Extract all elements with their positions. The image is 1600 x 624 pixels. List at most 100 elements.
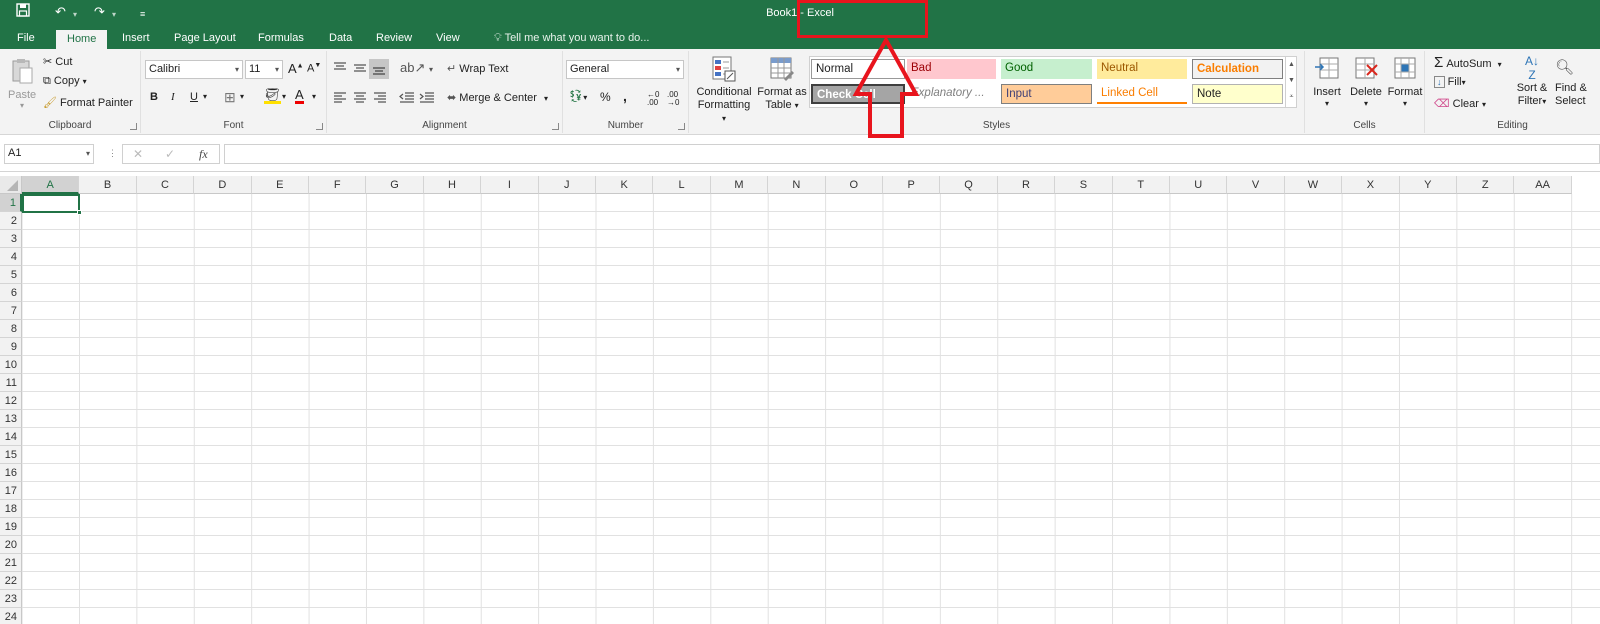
row-header-16[interactable]: 16 <box>0 464 22 482</box>
column-header-r[interactable]: R <box>997 176 1056 194</box>
percent-button[interactable]: % <box>600 90 611 104</box>
select-all-button[interactable] <box>0 176 22 194</box>
tab-home[interactable]: Home <box>56 30 108 49</box>
row-header-10[interactable]: 10 <box>0 356 22 374</box>
decrease-indent-icon[interactable] <box>399 91 415 106</box>
fill-color-icon[interactable]: 🪣︎ <box>264 88 281 104</box>
enter-check-icon[interactable]: ✓ <box>165 147 175 161</box>
insert-cells-button[interactable]: Insert ▾ <box>1311 55 1343 108</box>
column-header-k[interactable]: K <box>596 176 654 194</box>
tab-insert[interactable]: Insert <box>111 27 161 49</box>
column-header-u[interactable]: U <box>1170 176 1228 194</box>
cells-area[interactable] <box>22 194 1600 624</box>
column-header-e[interactable]: E <box>251 176 309 194</box>
row-header-13[interactable]: 13 <box>0 410 22 428</box>
column-header-l[interactable]: L <box>653 176 711 194</box>
align-center-icon[interactable] <box>353 91 367 106</box>
row-header-22[interactable]: 22 <box>0 572 22 590</box>
row-header-1[interactable]: 1 <box>0 194 22 212</box>
tell-me-search[interactable]: 💡︎ Tell me what you want to do... <box>494 27 649 49</box>
column-header-y[interactable]: Y <box>1399 176 1457 194</box>
font-color-button[interactable]: A <box>295 88 304 104</box>
style-note[interactable]: Note <box>1192 84 1283 104</box>
column-header-c[interactable]: C <box>136 176 195 194</box>
row-header-2[interactable]: 2 <box>0 212 22 230</box>
formula-input[interactable] <box>224 144 1600 164</box>
autosum-button[interactable]: Σ AutoSum ▾ <box>1434 54 1502 71</box>
clipboard-launcher-icon[interactable] <box>130 123 137 130</box>
format-as-table-button[interactable]: Format as Table ▾ <box>756 55 808 112</box>
tab-review[interactable]: Review <box>365 27 423 49</box>
formula-bar-splitter[interactable]: ⋮ <box>108 148 117 158</box>
column-header-h[interactable]: H <box>423 176 482 194</box>
bold-button[interactable]: B <box>150 91 158 103</box>
column-header-g[interactable]: G <box>366 176 424 194</box>
row-header-18[interactable]: 18 <box>0 500 22 518</box>
comma-button[interactable]: , <box>623 88 627 104</box>
insert-function-button[interactable]: fx <box>199 147 208 162</box>
row-header-14[interactable]: 14 <box>0 428 22 446</box>
top-align-icon[interactable] <box>333 61 347 76</box>
row-header-4[interactable]: 4 <box>0 248 22 266</box>
shrink-font-button[interactable]: A▼ <box>307 62 321 75</box>
column-header-v[interactable]: V <box>1227 176 1285 194</box>
row-header-17[interactable]: 17 <box>0 482 22 500</box>
font-launcher-icon[interactable] <box>316 123 323 130</box>
row-header-20[interactable]: 20 <box>0 536 22 554</box>
number-format-select[interactable]: General ▾ <box>566 60 684 79</box>
conditional-formatting-button[interactable]: Conditional Formatting ▾ <box>695 55 753 125</box>
format-painter-button[interactable]: 🖌︎ Format Painter <box>43 96 133 109</box>
column-header-q[interactable]: Q <box>940 176 998 194</box>
column-header-m[interactable]: M <box>710 176 769 194</box>
merge-center-button[interactable]: ⬌ Merge & Center ▾ <box>447 91 548 104</box>
row-header-24[interactable]: 24 <box>0 608 22 624</box>
paste-button[interactable]: Paste ▾ <box>8 57 36 110</box>
row-header-19[interactable]: 19 <box>0 518 22 536</box>
fill-color-dropdown-icon[interactable]: ▾ <box>282 92 286 101</box>
wrap-text-button[interactable]: ↵ Wrap Text <box>447 62 508 75</box>
style-input[interactable]: Input <box>1001 84 1092 104</box>
style-calculation[interactable]: Calculation <box>1192 59 1283 79</box>
alignment-launcher-icon[interactable] <box>552 123 559 130</box>
cancel-icon[interactable]: ✕ <box>133 147 143 161</box>
increase-decimal-icon[interactable]: ←0.00 <box>647 91 659 107</box>
cut-button[interactable]: ✂ Cut <box>43 55 72 68</box>
column-header-o[interactable]: O <box>825 176 883 194</box>
column-header-i[interactable]: I <box>481 176 539 194</box>
column-header-z[interactable]: Z <box>1457 176 1515 194</box>
row-header-21[interactable]: 21 <box>0 554 22 572</box>
align-right-icon[interactable] <box>373 91 387 106</box>
increase-indent-icon[interactable] <box>419 91 435 106</box>
row-header-7[interactable]: 7 <box>0 302 22 320</box>
row-header-3[interactable]: 3 <box>0 230 22 248</box>
fill-button[interactable]: ↓ Fill▾ <box>1434 76 1466 88</box>
find-select-button[interactable]: 🔍︎ Find & Select <box>1555 54 1599 108</box>
column-header-p[interactable]: P <box>883 176 941 194</box>
column-header-a[interactable]: A <box>22 176 80 194</box>
column-header-d[interactable]: D <box>194 176 252 194</box>
borders-icon[interactable]: ⊞ <box>224 89 236 106</box>
tab-page-layout[interactable]: Page Layout <box>163 27 247 49</box>
column-header-aa[interactable]: AA <box>1514 176 1572 194</box>
column-header-n[interactable]: N <box>768 176 826 194</box>
tab-data[interactable]: Data <box>318 27 363 49</box>
accounting-format-icon[interactable]: 💱︎▾ <box>568 89 587 103</box>
align-left-icon[interactable] <box>333 91 347 106</box>
orientation-icon[interactable]: ab↗ ▾ <box>400 60 433 76</box>
gallery-scroll[interactable]: ▲ ▼ ⩡ <box>1285 57 1297 107</box>
active-cell-a1[interactable] <box>22 194 82 215</box>
format-cells-button[interactable]: Format ▾ <box>1387 55 1423 108</box>
column-header-x[interactable]: X <box>1342 176 1400 194</box>
style-good[interactable]: Good <box>1001 59 1092 79</box>
row-header-5[interactable]: 5 <box>0 266 22 284</box>
row-header-15[interactable]: 15 <box>0 446 22 464</box>
tab-file[interactable]: File <box>6 27 46 49</box>
column-header-f[interactable]: F <box>309 176 367 194</box>
column-header-t[interactable]: T <box>1112 176 1170 194</box>
copy-button[interactable]: ⧉ Copy ▾ <box>43 75 87 88</box>
column-header-b[interactable]: B <box>79 176 137 194</box>
delete-cells-button[interactable]: Delete ▾ <box>1349 55 1383 108</box>
row-header-6[interactable]: 6 <box>0 284 22 302</box>
style-neutral[interactable]: Neutral <box>1097 59 1187 79</box>
bottom-align-icon[interactable] <box>369 59 389 79</box>
